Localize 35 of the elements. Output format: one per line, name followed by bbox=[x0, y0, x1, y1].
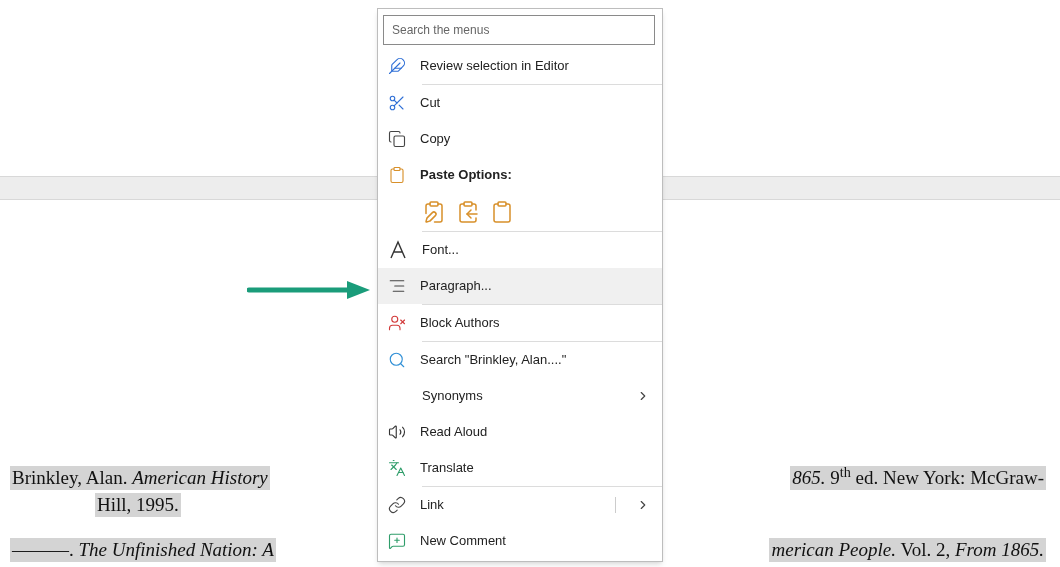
menu-item[interactable]: Block Authors bbox=[378, 305, 662, 341]
paste-merge-icon[interactable] bbox=[456, 200, 480, 224]
menu-item[interactable]: Synonyms bbox=[378, 378, 662, 414]
block-user-icon bbox=[388, 314, 406, 332]
paste-keep-formatting-icon[interactable] bbox=[422, 200, 446, 224]
menu-item[interactable]: Cut bbox=[378, 85, 662, 121]
document-text: ———. The Unfinished Nation: A bbox=[10, 538, 276, 562]
menu-item[interactable]: Font... bbox=[378, 232, 662, 268]
menu-item[interactable]: Translate bbox=[378, 450, 662, 486]
menu-item[interactable]: Paragraph... bbox=[378, 268, 662, 304]
link-icon bbox=[388, 496, 406, 514]
search-icon bbox=[388, 351, 406, 369]
paste-text-only-icon[interactable] bbox=[490, 200, 514, 224]
translate-icon bbox=[388, 459, 406, 477]
search-field[interactable]: Search the menus bbox=[383, 15, 655, 45]
scissors-icon bbox=[388, 94, 406, 112]
feather-icon bbox=[388, 57, 406, 75]
menu-item[interactable]: Search "Brinkley, Alan...." bbox=[378, 342, 662, 378]
menu-item[interactable]: Review selection in Editor bbox=[378, 48, 662, 84]
letter-a-icon bbox=[388, 240, 408, 260]
menu-item[interactable]: Copy bbox=[378, 121, 662, 157]
menu-item[interactable]: New Comment bbox=[378, 523, 662, 559]
menu-item[interactable]: Read Aloud bbox=[378, 414, 662, 450]
document-text: merican People. Vol. 2, From 1865. bbox=[769, 538, 1046, 562]
clipboard-icon bbox=[388, 166, 406, 184]
document-text: 865. 9$^{th}$ ed. New York: McGraw- bbox=[790, 466, 1046, 490]
menu-item[interactable]: Link bbox=[378, 487, 662, 523]
copy-icon bbox=[388, 130, 406, 148]
read-aloud-icon bbox=[388, 423, 406, 441]
document-text: Hill, 1995. bbox=[95, 493, 181, 517]
arrow-icon bbox=[247, 280, 371, 300]
paragraph-icon bbox=[388, 277, 406, 295]
document-text: Brinkley, Alan. American History bbox=[10, 466, 270, 490]
paste-options-heading: Paste Options: bbox=[420, 166, 512, 185]
comment-icon bbox=[388, 532, 406, 550]
